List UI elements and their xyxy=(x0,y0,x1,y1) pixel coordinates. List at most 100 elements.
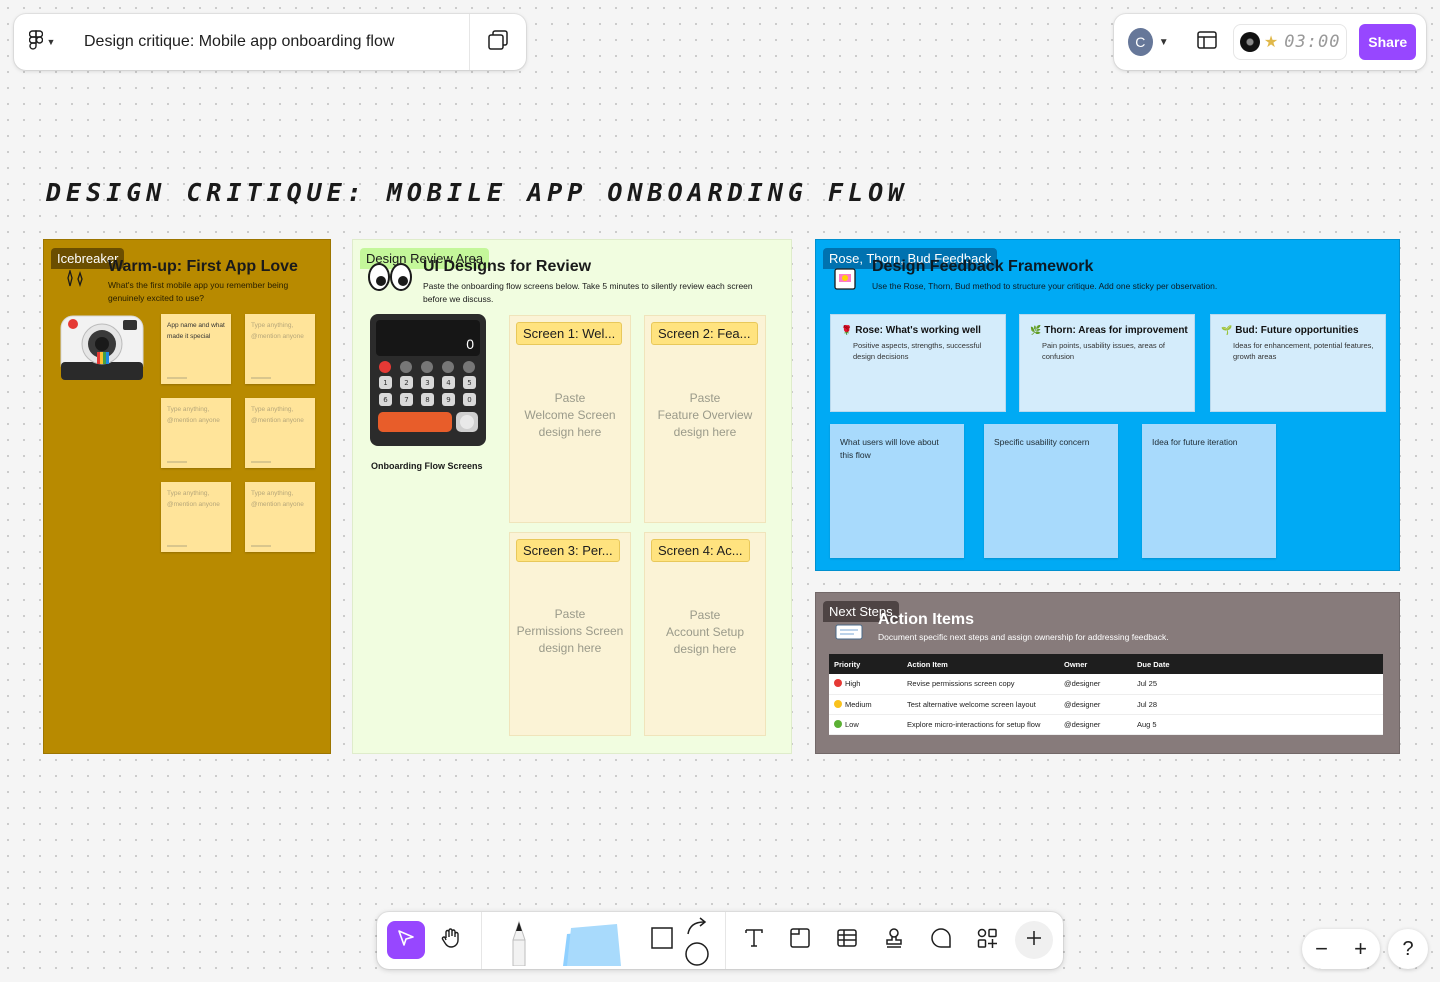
action-cell[interactable]: Test alternative welcome screen layout xyxy=(902,694,1059,715)
cell-text: High xyxy=(845,679,861,689)
text-tool-button[interactable] xyxy=(735,921,773,959)
screen-placeholder-card[interactable]: Screen 4: Ac... Paste Account Setup design… xyxy=(644,532,766,736)
sticky-note[interactable]: Specific usability concern xyxy=(984,424,1118,558)
column-header[interactable]: Priority xyxy=(829,654,902,674)
screen-tag[interactable]: Screen 3: Per... xyxy=(516,539,620,562)
screen-placeholder-text: Paste Feature Overview design here xyxy=(657,391,753,439)
category-description: Positive aspects, strengths, successful … xyxy=(853,341,982,361)
table-row[interactable]: High Revise permissions screen copy @desig… xyxy=(829,674,1383,695)
stamp-tool-button[interactable] xyxy=(875,921,913,959)
sparkle-icon xyxy=(64,268,86,293)
screen-placeholder-card[interactable]: Screen 1: Wel... Paste Welcome Screen desi… xyxy=(509,315,631,523)
table-tool-button[interactable] xyxy=(828,921,866,959)
sticky-note[interactable]: Type anything, @mention anyone xyxy=(245,482,315,552)
svg-text:9: 9 xyxy=(446,396,450,404)
sticky-author xyxy=(251,377,271,379)
due-date-cell[interactable]: Jul 28 xyxy=(1132,694,1383,715)
svg-text:2: 2 xyxy=(404,379,408,387)
sticky-note[interactable]: App name and what made it special xyxy=(161,314,231,384)
priority-dot-icon xyxy=(834,699,842,708)
table-row[interactable]: Medium Test alternative welcome screen la… xyxy=(829,694,1383,715)
hand-icon xyxy=(440,927,462,954)
calculator-caption: Onboarding Flow Screens xyxy=(371,461,483,471)
sticky-tool-button[interactable] xyxy=(557,922,627,969)
zoom-out-button[interactable]: − xyxy=(1315,936,1328,962)
screen-placeholder-card[interactable]: Screen 3: Per... Paste Permissions Screen… xyxy=(509,532,631,736)
sticky-note-text: Type anything, @mention anyone xyxy=(167,406,220,424)
priority-cell[interactable]: Medium xyxy=(829,694,902,715)
action-items-table[interactable]: Priority Action Item Owner Due Date High… xyxy=(829,654,1383,735)
owner-cell[interactable]: @designer xyxy=(1059,694,1132,715)
due-date-cell[interactable]: Aug 5 xyxy=(1132,714,1383,735)
design-review-section[interactable]: Design Review Area UI Designs for Review… xyxy=(352,239,792,754)
rose-category-card[interactable]: 🌹 Rose: What's working well Positive aspe… xyxy=(830,314,1006,412)
board-title[interactable]: DESIGN CRITIQUE: MOBILE APP ONBOARDING F… xyxy=(46,178,908,207)
sticky-note[interactable]: Type anything, @mention anyone xyxy=(245,398,315,468)
column-header[interactable]: Owner xyxy=(1059,654,1132,674)
icebreaker-section[interactable]: Icebreaker Warm-up: First App Love What'… xyxy=(43,239,331,754)
figma-logo-icon xyxy=(28,29,43,55)
sticky-note[interactable]: Idea for future iteration xyxy=(1142,424,1276,558)
sticky-note-text: Type anything, @mention anyone xyxy=(251,322,304,340)
cell-text: Low xyxy=(845,719,859,729)
section-heading: UI Designs for Review xyxy=(423,258,592,275)
cell-text: @designer xyxy=(1064,699,1101,709)
help-button[interactable]: ? xyxy=(1388,929,1428,969)
owner-cell[interactable]: @designer xyxy=(1059,674,1132,695)
more-tools-button[interactable] xyxy=(1015,921,1053,959)
thorn-category-card[interactable]: 🌿 Thorn: Areas for improvement Pain point… xyxy=(1019,314,1195,412)
sticky-stack-icon xyxy=(559,920,625,971)
section-tool-button[interactable] xyxy=(781,921,819,959)
timer[interactable]: ★ 03:00 xyxy=(1232,24,1348,60)
screen-placeholder-text: Paste Account Setup design here xyxy=(665,608,745,656)
share-button[interactable]: Share xyxy=(1359,24,1416,60)
sticky-note[interactable]: What users will love about this flow xyxy=(830,424,964,558)
category-description: Ideas for enhancement, potential feature… xyxy=(1233,341,1374,361)
shape-tool-button[interactable] xyxy=(643,921,681,959)
screen-placeholder-card[interactable]: Screen 2: Fea... Paste Feature Overview de… xyxy=(644,315,766,523)
zoom-in-button[interactable]: + xyxy=(1354,936,1367,962)
main-menu-button[interactable]: ▼ xyxy=(14,14,70,70)
priority-cell[interactable]: High xyxy=(829,674,902,695)
widgets-tool-button[interactable] xyxy=(968,921,1006,959)
category-title: 🌱 Bud: Future opportunities xyxy=(1221,325,1359,336)
action-cell[interactable]: Explore micro-interactions for setup flo… xyxy=(902,714,1059,735)
collaboration-bar: C ▼ ★ 03:00 Share xyxy=(1114,14,1426,70)
comment-tool-button[interactable] xyxy=(922,921,960,959)
owner-cell[interactable]: @designer xyxy=(1059,714,1132,735)
section-icon xyxy=(789,927,811,954)
column-header[interactable]: Due Date xyxy=(1132,654,1383,674)
screen-tag[interactable]: Screen 1: Wel... xyxy=(516,322,623,345)
pen-tool-button[interactable] xyxy=(497,920,541,969)
creation-toolbar xyxy=(377,912,1063,969)
move-tool-button[interactable] xyxy=(387,921,425,959)
eyes-icon xyxy=(367,262,413,297)
sticky-note[interactable]: Type anything, @mention anyone xyxy=(161,398,231,468)
file-menu-bar: ▼ Design critique: Mobile app onboarding… xyxy=(14,14,526,70)
feedback-section[interactable]: Rose, Thorn, Bud Feedback Design Feedbac… xyxy=(815,239,1400,571)
avatar[interactable]: C xyxy=(1128,28,1153,56)
screen-tag[interactable]: Screen 2: Fea... xyxy=(651,322,758,345)
sticky-note[interactable]: Type anything, @mention anyone xyxy=(161,482,231,552)
screen-tag[interactable]: Screen 4: Ac... xyxy=(651,539,750,562)
column-header[interactable]: Action Item xyxy=(902,654,1059,674)
calculator-illustration[interactable]: 0 1 2 3 4 5 6 7 8 9 0 xyxy=(370,314,486,446)
action-cell[interactable]: Revise permissions screen copy xyxy=(902,674,1059,695)
layout-button[interactable] xyxy=(1193,26,1221,58)
bud-category-card[interactable]: 🌱 Bud: Future opportunities Ideas for enh… xyxy=(1210,314,1386,412)
hand-tool-button[interactable] xyxy=(432,921,470,959)
sticky-author xyxy=(167,377,187,379)
sticky-author xyxy=(251,545,271,547)
sticky-author xyxy=(251,461,271,463)
timer-value: 03:00 xyxy=(1284,32,1341,52)
cursor-icon xyxy=(396,928,416,953)
chevron-down-icon[interactable]: ▼ xyxy=(1159,37,1169,48)
duplicate-button[interactable] xyxy=(470,14,526,70)
table-row[interactable]: Low Explore micro-interactions for setup … xyxy=(829,714,1383,735)
document-title[interactable]: Design critique: Mobile app onboarding f… xyxy=(70,33,469,51)
connector-tool-button[interactable] xyxy=(677,917,717,969)
due-date-cell[interactable]: Jul 25 xyxy=(1132,674,1383,695)
priority-cell[interactable]: Low xyxy=(829,714,902,735)
sticky-note[interactable]: Type anything, @mention anyone xyxy=(245,314,315,384)
cell-text: Test alternative welcome screen layout xyxy=(907,699,1036,709)
